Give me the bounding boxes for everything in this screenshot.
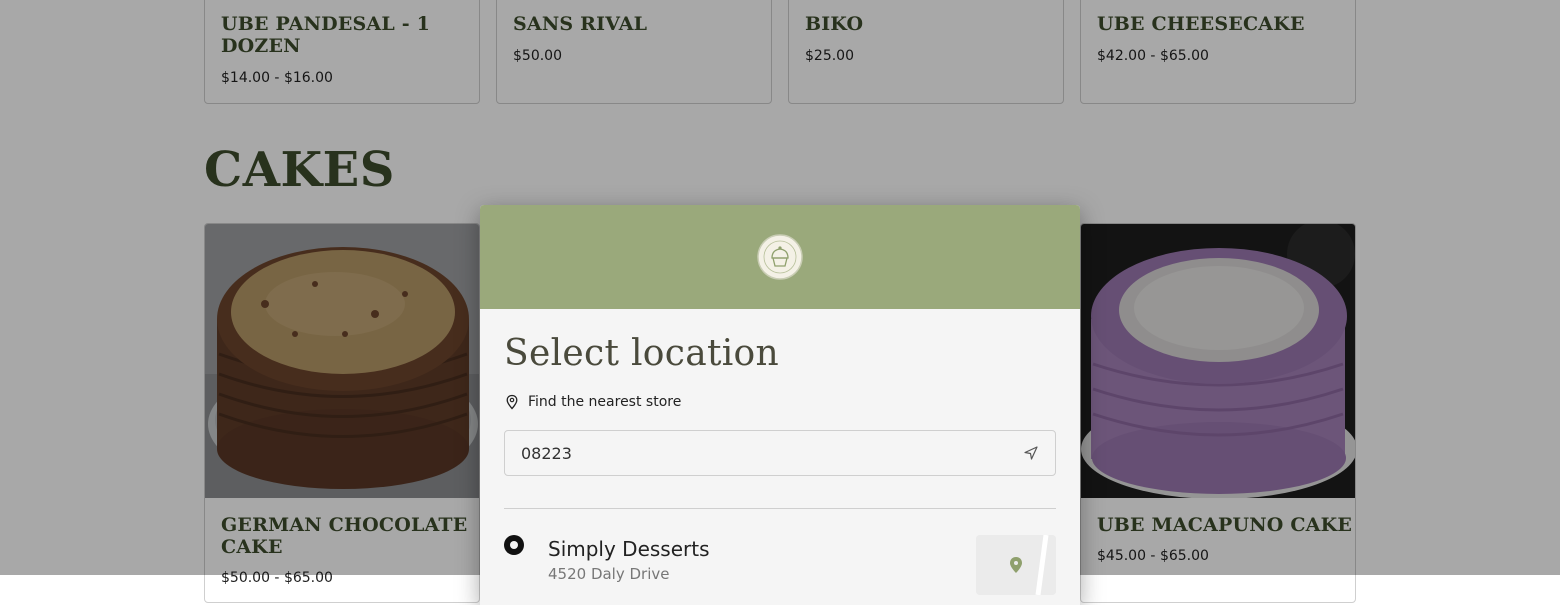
navigation-arrow-icon[interactable]	[1023, 445, 1039, 461]
find-nearest-store-label: Find the nearest store	[528, 394, 682, 410]
store-radio-selected[interactable]	[504, 535, 524, 555]
divider	[504, 508, 1056, 509]
store-option[interactable]: Simply Desserts 4520 Daly Drive	[504, 535, 1056, 605]
zip-search-field[interactable]	[504, 430, 1056, 476]
modal-title: Select location	[504, 333, 780, 374]
cupcake-logo-icon	[757, 234, 803, 280]
store-address: 4520 Daly Drive	[548, 565, 670, 583]
map-pin-icon	[506, 394, 518, 410]
zip-input[interactable]	[521, 443, 1001, 463]
modal-body: Select location Find the nearest store S…	[480, 309, 1080, 605]
select-location-modal: Select location Find the nearest store S…	[480, 205, 1080, 605]
store-map-thumbnail	[976, 535, 1056, 595]
modal-header	[480, 205, 1080, 309]
find-nearest-store[interactable]: Find the nearest store	[504, 394, 1056, 410]
store-name: Simply Desserts	[548, 537, 710, 561]
